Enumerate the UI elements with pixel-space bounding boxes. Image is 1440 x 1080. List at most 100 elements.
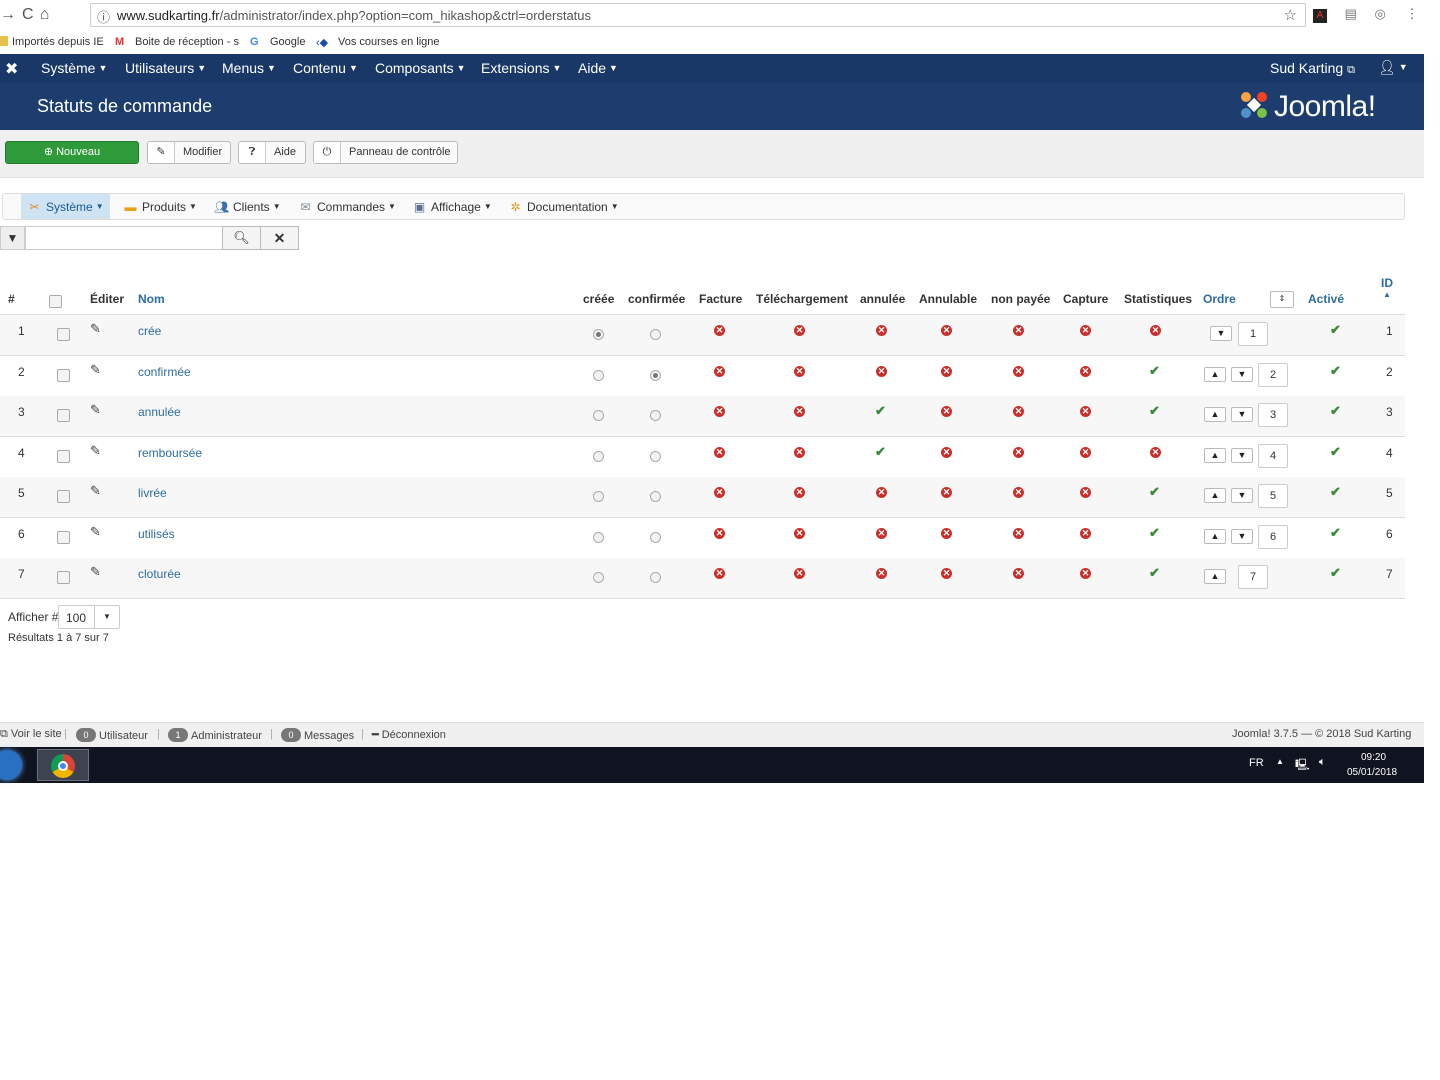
default-confirmed-radio[interactable] <box>650 369 661 381</box>
menu-composants[interactable]: Composants ▼ <box>375 60 466 76</box>
capture-cross-icon[interactable]: ✕ <box>1080 365 1091 377</box>
default-created-radio[interactable] <box>593 410 604 421</box>
default-created-radio[interactable] <box>593 491 604 502</box>
default-created-radio[interactable] <box>593 531 604 543</box>
row-checkbox[interactable] <box>57 368 70 382</box>
statistiques-cross-icon[interactable]: ✕ <box>1150 325 1161 336</box>
capture-cross-icon[interactable]: ✕ <box>1080 568 1091 579</box>
reload-icon[interactable]: C <box>22 6 40 23</box>
move-down-button[interactable]: ▼ <box>1231 528 1253 544</box>
hikamenu-clients[interactable]: 👥︎ Clients ▼ <box>208 194 287 219</box>
header-name[interactable]: Nom <box>138 292 165 306</box>
telechargement-cross-icon[interactable]: ✕ <box>794 365 805 377</box>
status-name-link[interactable]: livrée <box>138 486 167 500</box>
facture-cross-icon[interactable]: ✕ <box>714 487 725 498</box>
telechargement-cross-icon[interactable]: ✕ <box>794 487 805 498</box>
menu-contenu[interactable]: Contenu ▼ <box>293 60 358 76</box>
control-panel-button[interactable]: ⏻ Panneau de contrôle <box>313 141 458 164</box>
capture-cross-icon[interactable]: ✕ <box>1080 527 1091 539</box>
row-checkbox[interactable] <box>57 530 70 544</box>
admins-status[interactable]: 1 Administrateur <box>168 728 262 742</box>
new-button[interactable]: ⊕ Nouveau <box>5 141 139 164</box>
facture-cross-icon[interactable]: ✕ <box>714 568 725 579</box>
messages-status[interactable]: 0 Messages <box>281 728 354 742</box>
move-down-button[interactable]: ▼ <box>1210 326 1232 341</box>
annulable-cross-icon[interactable]: ✕ <box>941 406 952 417</box>
default-confirmed-radio[interactable] <box>650 531 661 543</box>
order-input[interactable]: 7 <box>1238 565 1268 589</box>
bookmark-item[interactable]: Vos courses en ligne <box>338 36 440 48</box>
telechargement-cross-icon[interactable]: ✕ <box>794 406 805 417</box>
hikamenu-documentation[interactable]: ✲ Documentation ▼ <box>502 194 625 219</box>
menu-aide[interactable]: Aide ▼ <box>578 60 618 76</box>
annulable-cross-icon[interactable]: ✕ <box>941 325 952 336</box>
row-checkbox[interactable] <box>57 571 70 584</box>
edit-icon[interactable]: ✎ <box>90 321 101 337</box>
active-check-icon[interactable]: ✔ <box>1330 484 1341 500</box>
annulee-check-icon[interactable]: ✔ <box>875 444 886 460</box>
chrome-taskbar-button[interactable] <box>37 749 89 781</box>
active-check-icon[interactable]: ✔ <box>1330 444 1341 460</box>
bookmark-star-icon[interactable]: ☆ <box>1284 6 1297 24</box>
hikamenu-commandes[interactable]: ✉ Commandes ▼ <box>292 194 402 219</box>
menu-menus[interactable]: Menus ▼ <box>222 60 276 76</box>
edit-icon[interactable]: ✎ <box>90 443 101 459</box>
start-button[interactable] <box>0 750 22 780</box>
menu-systeme[interactable]: Système ▼ <box>41 60 107 76</box>
move-down-button[interactable]: ▼ <box>1231 447 1253 463</box>
annulee-cross-icon[interactable]: ✕ <box>876 325 887 336</box>
visitors-status[interactable]: 0 Utilisateur <box>76 728 148 742</box>
show-hidden-icons[interactable]: ▲ <box>1276 757 1284 766</box>
move-up-button[interactable]: ▲ <box>1204 528 1226 544</box>
annulee-cross-icon[interactable]: ✕ <box>876 487 887 498</box>
row-checkbox[interactable] <box>57 490 70 503</box>
move-up-button[interactable]: ▲ <box>1204 447 1226 463</box>
order-input[interactable]: 4 <box>1258 443 1288 468</box>
limit-select[interactable]: 100 ▼ <box>58 605 120 629</box>
status-name-link[interactable]: confirmée <box>138 365 191 379</box>
default-confirmed-radio[interactable] <box>650 491 661 502</box>
default-confirmed-radio[interactable] <box>650 329 661 340</box>
order-input[interactable]: 5 <box>1258 484 1288 508</box>
extension-icon[interactable]: ▤ <box>1345 6 1357 21</box>
annulable-cross-icon[interactable]: ✕ <box>941 527 952 539</box>
view-site-link[interactable]: ⧉ Voir le site <box>0 728 62 741</box>
annulee-check-icon[interactable]: ✔ <box>875 403 886 419</box>
status-name-link[interactable]: annulée <box>138 405 181 419</box>
status-name-link[interactable]: crée <box>138 324 161 338</box>
user-menu[interactable]: 👤︎ ▼ <box>1378 59 1408 76</box>
pdf-extension-icon[interactable]: A <box>1313 9 1327 23</box>
site-link[interactable]: Sud Karting ⧉ <box>1270 60 1355 77</box>
header-id[interactable]: ID <box>1381 276 1393 290</box>
facture-cross-icon[interactable]: ✕ <box>714 325 725 336</box>
edit-icon[interactable]: ✎ <box>90 524 101 540</box>
active-check-icon[interactable]: ✔ <box>1330 322 1341 338</box>
non-payee-cross-icon[interactable]: ✕ <box>1013 446 1024 458</box>
edit-button[interactable]: ✎ Modifier <box>147 141 231 164</box>
edit-icon[interactable]: ✎ <box>90 564 101 580</box>
order-input[interactable]: 2 <box>1258 362 1288 387</box>
facture-cross-icon[interactable]: ✕ <box>714 365 725 377</box>
logout-link[interactable]: ━ Déconnexion <box>372 728 446 741</box>
bookmark-item[interactable]: Boite de réception - s <box>135 36 239 48</box>
extension-icons[interactable]: A ▤ ◎ ⋮ <box>1313 6 1419 23</box>
search-button[interactable]: 🔍︎ <box>222 226 261 250</box>
telechargement-cross-icon[interactable]: ✕ <box>794 568 805 579</box>
move-up-button[interactable]: ▲ <box>1204 407 1226 422</box>
select-all-checkbox[interactable] <box>49 295 62 308</box>
hikamenu-systeme[interactable]: ✂ Système ▼ <box>21 194 110 219</box>
header-ordre[interactable]: Ordre <box>1203 292 1236 306</box>
move-down-button[interactable]: ▼ <box>1231 407 1253 422</box>
facture-cross-icon[interactable]: ✕ <box>714 406 725 417</box>
volume-icon[interactable]: 🔈︎ <box>1319 756 1326 769</box>
move-up-button[interactable]: ▲ <box>1204 366 1226 382</box>
status-name-link[interactable]: cloturée <box>138 567 181 581</box>
annulable-cross-icon[interactable]: ✕ <box>941 568 952 579</box>
status-name-link[interactable]: utilisés <box>138 527 175 541</box>
move-up-button[interactable]: ▲ <box>1204 488 1226 503</box>
non-payee-cross-icon[interactable]: ✕ <box>1013 365 1024 377</box>
row-checkbox[interactable] <box>57 409 70 422</box>
default-created-radio[interactable] <box>593 572 604 583</box>
non-payee-cross-icon[interactable]: ✕ <box>1013 325 1024 336</box>
default-created-radio[interactable] <box>593 329 604 340</box>
